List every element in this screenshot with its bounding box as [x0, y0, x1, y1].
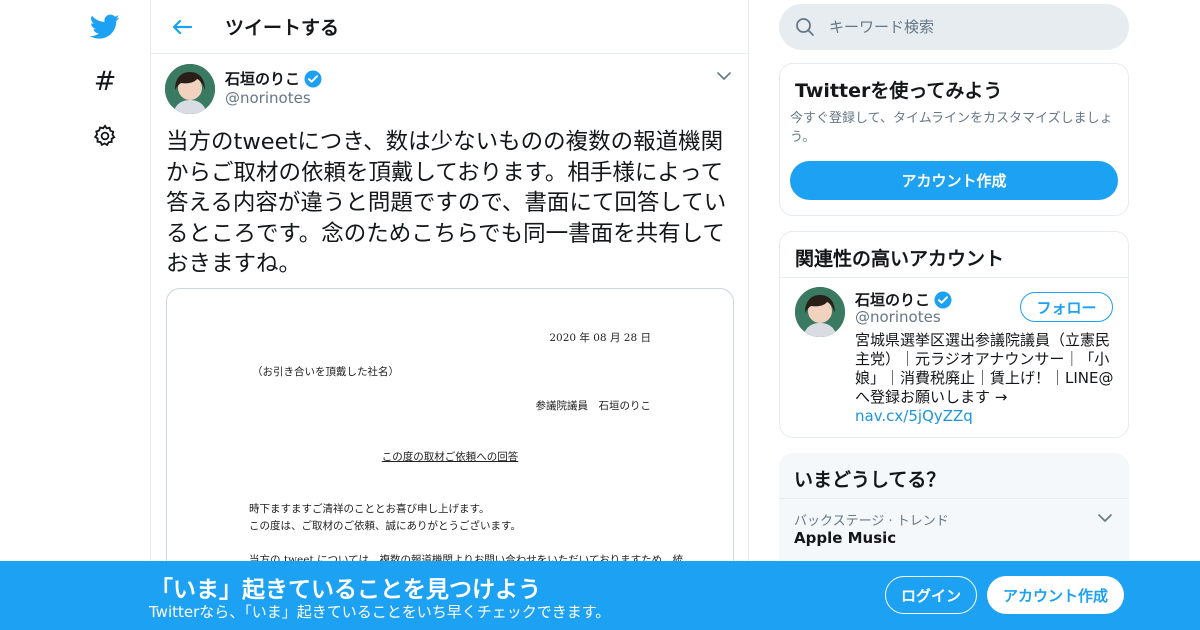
chevron-down-icon[interactable]: [714, 66, 734, 86]
signup-banner: 「いま」起きていることを見つけよう Twitterなら、「いま」起きていることを…: [0, 561, 1200, 630]
tweet-column: ツイートする 石垣のりこ @norinotes 当方のtweetにつき、数は少な…: [150, 0, 749, 630]
signup-card-title: Twitterを使ってみよう: [795, 80, 1003, 102]
related-accounts-title: 関連性の高いアカウント: [795, 248, 1005, 270]
author-name[interactable]: 石垣のりこ: [225, 68, 300, 89]
document-recipient: （お引き合いを頂戴した社名）: [252, 366, 399, 378]
trend-meta: バックステージ · トレンド: [794, 514, 949, 529]
left-rail: #: [0, 0, 150, 630]
search-icon: [795, 17, 815, 37]
signup-card: Twitterを使ってみよう 今すぐ登録して、タイムラインをカスタマイズしましょ…: [779, 63, 1129, 216]
signup-card-subtitle: 今すぐ登録して、タイムラインをカスタマイズしましょう。: [790, 111, 1113, 145]
signup-button[interactable]: アカウント作成: [987, 576, 1124, 614]
related-account-bio: 宮城県選挙区選出参議院議員（立憲民主党）｜元ラジオアナウンサー｜「小娘」｜消費税…: [855, 331, 1117, 426]
back-arrow-icon[interactable]: [167, 12, 197, 42]
tweet-header: ツイートする: [151, 0, 748, 54]
search-input[interactable]: [829, 18, 1109, 36]
hashtag-glyph: #: [93, 65, 117, 97]
follow-button[interactable]: フォロー: [1020, 292, 1113, 322]
related-account-name[interactable]: 石垣のりこ: [855, 289, 930, 310]
document-sender: 参議院議員 石垣のりこ: [535, 400, 652, 412]
page-title: ツイートする: [225, 17, 340, 39]
avatar[interactable]: [165, 64, 215, 114]
trends-title: いまどうしてる？: [794, 469, 946, 491]
related-accounts-card: 関連性の高いアカウント 石垣のりこ @norinotes フォロー 宮城県選挙区…: [779, 231, 1129, 438]
divider: [779, 498, 1129, 499]
bio-link[interactable]: nav.cx/5jQyZZq: [855, 407, 973, 425]
create-account-button[interactable]: アカウント作成: [790, 161, 1118, 200]
chevron-down-icon[interactable]: [1095, 508, 1115, 528]
author-name-row: 石垣のりこ: [225, 68, 322, 89]
document-date: 2020 年 08 月 28 日: [549, 332, 651, 344]
twitter-bird-icon[interactable]: [88, 10, 122, 44]
tweet-author: 石垣のりこ @norinotes: [165, 64, 734, 116]
search-bar[interactable]: [779, 4, 1129, 50]
explore-hashtag-icon[interactable]: #: [88, 64, 122, 98]
banner-subtitle: Twitterなら、「いま」起きていることをいち早くチェックできます。: [149, 603, 611, 621]
related-account-name-row: 石垣のりこ: [855, 289, 952, 310]
gear-icon[interactable]: [88, 119, 122, 153]
document-subject: この度の取材ご依頼への回答: [381, 451, 519, 463]
divider: [780, 277, 1128, 278]
verified-badge-icon: [934, 291, 952, 309]
login-button[interactable]: ログイン: [885, 576, 977, 614]
bio-text: 宮城県選挙区選出参議院議員（立憲民主党）｜元ラジオアナウンサー｜「小娘」｜消費税…: [855, 331, 1114, 406]
verified-badge-icon: [304, 70, 322, 88]
document-line: この度は、ご取材のご依頼、誠にありがとうございます。: [249, 520, 521, 532]
banner-title: 「いま」起きていることを見つけよう: [150, 577, 541, 603]
author-handle[interactable]: @norinotes: [225, 89, 311, 107]
tweet-text: 当方のtweetにつき、数は少ないものの複数の報道機関からご取材の依頼を頂戴して…: [166, 129, 727, 277]
tweet-attached-image[interactable]: 2020 年 08 月 28 日 （お引き合いを頂戴した社名） 参議院議員 石垣…: [166, 288, 734, 578]
document-line: 時下ますますご清祥のこととお喜び申し上げます。: [249, 503, 490, 515]
related-account-handle[interactable]: @norinotes: [855, 308, 941, 326]
trend-item[interactable]: Apple Music: [794, 529, 896, 547]
avatar[interactable]: [795, 287, 845, 337]
